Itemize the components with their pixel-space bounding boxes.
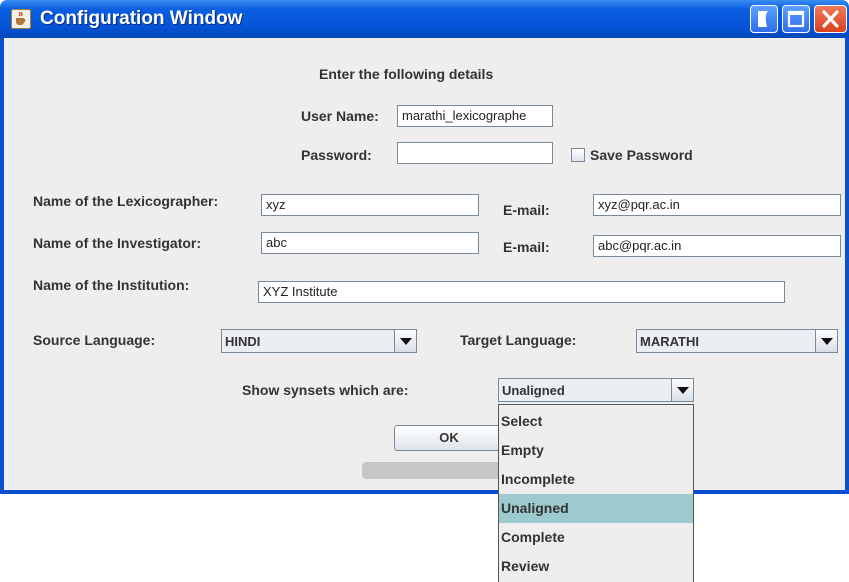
dropdown-option-incomplete[interactable]: Incomplete [499, 465, 693, 494]
password-field[interactable] [397, 142, 553, 164]
investigator-email-label: E-mail: [503, 239, 550, 255]
password-label: Password: [301, 147, 372, 163]
save-password-label: Save Password [590, 147, 693, 163]
dropdown-option-complete[interactable]: Complete [499, 523, 693, 552]
lexicographer-field[interactable]: xyz [261, 194, 479, 216]
synsets-combo[interactable]: Unaligned [498, 378, 694, 402]
target-language-combo[interactable]: MARATHI [636, 329, 838, 353]
institution-label: Name of the Institution: [33, 277, 190, 293]
dropdown-option-review[interactable]: Review [499, 552, 693, 581]
user-name-field[interactable]: marathi_lexicographe [397, 105, 553, 127]
dropdown-option-unaligned[interactable]: Unaligned [499, 494, 693, 523]
investigator-field[interactable]: abc [261, 232, 479, 254]
progress-bar [362, 462, 512, 479]
source-language-combo[interactable]: HINDI [221, 329, 417, 353]
chevron-down-icon[interactable] [394, 330, 416, 352]
form-heading: Enter the following details [319, 66, 494, 82]
ok-button[interactable]: OK [394, 425, 504, 451]
close-icon [822, 10, 839, 28]
lexicographer-email-label: E-mail: [503, 202, 550, 218]
target-language-label: Target Language: [460, 332, 577, 348]
lexicographer-label: Name of the Lexicographer: [33, 193, 219, 209]
minimize-button[interactable] [750, 5, 778, 33]
synsets-value: Unaligned [502, 383, 565, 398]
target-language-value: MARATHI [640, 334, 699, 349]
window-title: Configuration Window [40, 8, 243, 29]
close-button[interactable] [814, 5, 847, 33]
synsets-dropdown-list: Select Empty Incomplete Unaligned Comple… [498, 404, 694, 582]
chevron-down-icon[interactable] [671, 379, 693, 401]
institution-field[interactable]: XYZ Institute [258, 281, 785, 303]
title-bar[interactable]: Configuration Window [0, 0, 849, 38]
source-language-value: HINDI [225, 334, 261, 349]
dropdown-option-select[interactable]: Select [499, 407, 693, 436]
maximize-button[interactable] [782, 5, 810, 33]
investigator-label: Name of the Investigator: [33, 235, 202, 251]
save-password-checkbox[interactable] [571, 148, 585, 162]
user-name-label: User Name: [301, 108, 379, 124]
window-border-right [845, 38, 849, 494]
maximize-icon [787, 10, 805, 28]
synsets-label: Show synsets which are: [242, 382, 409, 398]
investigator-email-field[interactable]: abc@pqr.ac.in [593, 235, 841, 257]
java-cup-icon [11, 9, 31, 29]
window-content: Enter the following details User Name: m… [4, 38, 845, 490]
dropdown-option-empty[interactable]: Empty [499, 436, 693, 465]
window-border-bottom [0, 490, 849, 494]
minimize-icon [758, 11, 768, 27]
source-language-label: Source Language: [33, 332, 156, 348]
chevron-down-icon[interactable] [815, 330, 837, 352]
lexicographer-email-field[interactable]: xyz@pqr.ac.in [593, 194, 841, 216]
configuration-window: Configuration Window Enter the following… [0, 0, 849, 494]
